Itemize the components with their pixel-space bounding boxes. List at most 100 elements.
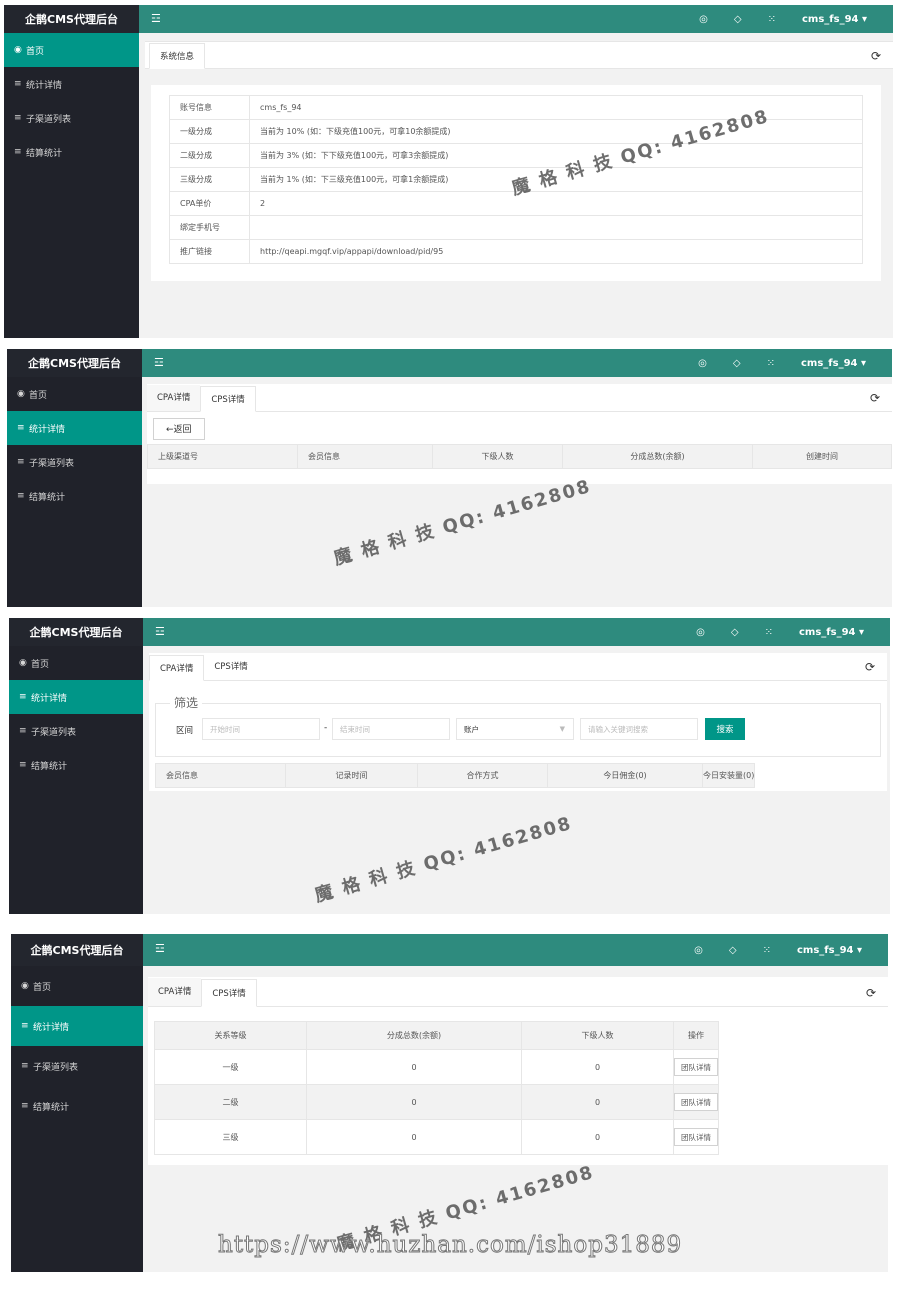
keyword-input[interactable]: 请输入关键词搜索 (580, 718, 698, 740)
count-cell: 0 (521, 1119, 674, 1155)
cpa-table: 会员信息 记录时间 合作方式 今日佣金(0) 今日安装量(0) (155, 763, 756, 788)
user-menu[interactable]: cms_fs_94 ▾ (802, 14, 867, 25)
team-detail-button[interactable]: 团队详情 (674, 1128, 718, 1146)
palette-icon[interactable]: ◎ (698, 358, 707, 369)
nav-item-stats[interactable]: ≡ 统计详情 (4, 67, 139, 101)
nav-item-stats[interactable]: ≡ 统计详情 (11, 1006, 143, 1046)
panel-cpa-detail: 企鹊CMS代理后台 ◉ 首页 ≡ 统计详情 ≡ 子渠道列表 ≡ 结算统计 ☲ ◎ ◇ ⁙… (9, 618, 890, 914)
total-cell: 0 (306, 1084, 522, 1120)
menu-icon: ≡ (17, 423, 25, 433)
count-cell: 0 (521, 1049, 674, 1085)
filter-box: 筛选 区间 开始时间 - 结束时间 账户 ▼ 请输入关键词搜索 搜索 (155, 694, 881, 757)
menu-icon: ≡ (19, 692, 27, 702)
user-menu[interactable]: cms_fs_94 ▾ (801, 358, 866, 369)
nav-item-channels[interactable]: ≡ 子渠道列表 (11, 1046, 143, 1086)
refresh-icon[interactable]: ⟳ (865, 660, 875, 674)
table-row: 一级 0 0 团队详情 (154, 1049, 719, 1085)
fold-menu-icon[interactable]: ☲ (154, 356, 164, 369)
count-cell: 0 (521, 1084, 674, 1120)
nav-item-home[interactable]: ◉ 首页 (4, 33, 139, 67)
search-button[interactable]: 搜索 (705, 718, 745, 740)
fold-menu-icon[interactable]: ☲ (155, 942, 165, 955)
menu-icon: ≡ (21, 1101, 29, 1111)
panel-system-info: 企鹊CMS代理后台 ◉ 首页 ≡ 统计详情 ≡ 子渠道列表 ≡ 结算统计 ☲ ◎ ◇ ⁙… (4, 5, 893, 338)
team-detail-button[interactable]: 团队详情 (674, 1093, 718, 1111)
nav-item-stats[interactable]: ≡ 统计详情 (9, 680, 143, 714)
column-header: 记录时间 (285, 763, 418, 788)
nav-item-settle[interactable]: ≡ 结算统计 (4, 135, 139, 169)
column-header: 下级人数 (432, 444, 563, 469)
refresh-icon[interactable]: ⟳ (871, 49, 881, 63)
fullscreen-icon[interactable]: ⁙ (765, 627, 773, 638)
nav-item-home[interactable]: ◉ 首页 (7, 377, 142, 411)
channel-table: 上级渠道号 会员信息 下级人数 分成总数(余额) 创建时间 (147, 444, 892, 469)
app-logo: 企鹊CMS代理后台 (9, 618, 143, 646)
row-label: 一级分成 (169, 119, 250, 144)
sidebar: 企鹊CMS代理后台 ◉ 首页 ≡ 统计详情 ≡ 子渠道列表 ≡ 结算统计 (9, 618, 143, 914)
nav-item-home[interactable]: ◉ 首页 (11, 966, 143, 1006)
tab-cps[interactable]: CPS详情 (201, 979, 257, 1007)
nav-item-settle[interactable]: ≡ 结算统计 (11, 1086, 143, 1126)
table-row: 推广链接 http://qeapi.mgqf.vip/appapi/downloa… (169, 239, 863, 264)
menu-icon: ≡ (21, 1021, 29, 1031)
refresh-icon[interactable]: ⟳ (870, 391, 880, 405)
fullscreen-icon[interactable]: ⁙ (768, 14, 776, 25)
total-cell: 0 (306, 1119, 522, 1155)
tab-bar: CPA详情 CPS详情 ⟳ (148, 977, 888, 1007)
nav-item-channels[interactable]: ≡ 子渠道列表 (7, 445, 142, 479)
refresh-icon[interactable]: ⟳ (866, 986, 876, 1000)
nav-item-stats[interactable]: ≡ 统计详情 (7, 411, 142, 445)
palette-icon[interactable]: ◎ (696, 627, 705, 638)
total-cell: 0 (306, 1049, 522, 1085)
nav-item-channels[interactable]: ≡ 子渠道列表 (4, 101, 139, 135)
row-value: http://qeapi.mgqf.vip/appapi/download/pi… (249, 239, 863, 264)
palette-icon[interactable]: ◎ (699, 14, 708, 25)
row-value (249, 215, 863, 240)
row-label: 三级分成 (169, 167, 250, 192)
tab-cpa[interactable]: CPA详情 (147, 385, 201, 411)
menu-icon: ≡ (21, 1061, 29, 1071)
column-header: 分成总数(余额) (306, 1021, 522, 1050)
tag-icon[interactable]: ◇ (734, 14, 742, 25)
end-date-input[interactable]: 结束时间 (332, 718, 450, 740)
nav-item-settle[interactable]: ≡ 结算统计 (9, 748, 143, 782)
table-row: 绑定手机号 (169, 215, 863, 240)
fold-menu-icon[interactable]: ☲ (155, 625, 165, 638)
site-watermark: https://www.huzhan.com/ishop31889 (217, 1232, 683, 1259)
nav-item-channels[interactable]: ≡ 子渠道列表 (9, 714, 143, 748)
main-content: CPA详情 CPS详情 ⟳ 筛选 区间 开始时间 - 结束时间 账户 ▼ 请输入关… (143, 646, 890, 914)
fold-menu-icon[interactable]: ☲ (151, 12, 161, 25)
sidebar: 企鹊CMS代理后台 ◉ 首页 ≡ 统计详情 ≡ 子渠道列表 ≡ 结算统计 (11, 934, 143, 1272)
column-header: 合作方式 (417, 763, 548, 788)
tag-icon[interactable]: ◇ (729, 945, 737, 956)
palette-icon[interactable]: ◎ (694, 945, 703, 956)
nav-item-home[interactable]: ◉ 首页 (9, 646, 143, 680)
tag-icon[interactable]: ◇ (733, 358, 741, 369)
start-date-input[interactable]: 开始时间 (202, 718, 320, 740)
tag-icon[interactable]: ◇ (731, 627, 739, 638)
row-value: 2 (249, 191, 863, 216)
tab-cpa[interactable]: CPA详情 (148, 978, 202, 1006)
tab-cps[interactable]: CPS详情 (200, 386, 256, 412)
tab-system-info[interactable]: 系统信息 (149, 43, 206, 69)
app-logo: 企鹊CMS代理后台 (11, 934, 143, 966)
nav-item-settle[interactable]: ≡ 结算统计 (7, 479, 142, 513)
tab-bar: 系统信息 ⟳ (145, 41, 893, 69)
chevron-down-icon: ▼ (559, 725, 565, 733)
column-header: 创建时间 (752, 444, 892, 469)
user-menu[interactable]: cms_fs_94 ▾ (799, 627, 864, 638)
tab-cps[interactable]: CPS详情 (204, 654, 257, 680)
level-cell: 三级 (154, 1119, 307, 1155)
app-logo: 企鹊CMS代理后台 (7, 349, 142, 377)
account-select[interactable]: 账户 ▼ (456, 718, 574, 740)
column-header: 今日安装量(0) (701, 763, 756, 788)
tab-cpa[interactable]: CPA详情 (149, 655, 205, 681)
back-button[interactable]: ←返回 (153, 418, 205, 440)
user-menu[interactable]: cms_fs_94 ▾ (797, 945, 862, 956)
fullscreen-icon[interactable]: ⁙ (767, 358, 775, 369)
team-detail-button[interactable]: 团队详情 (674, 1058, 718, 1076)
fullscreen-icon[interactable]: ⁙ (763, 945, 771, 956)
menu-icon: ≡ (19, 760, 27, 770)
column-header: 会员信息 (155, 763, 286, 788)
menu-icon: ≡ (19, 726, 27, 736)
